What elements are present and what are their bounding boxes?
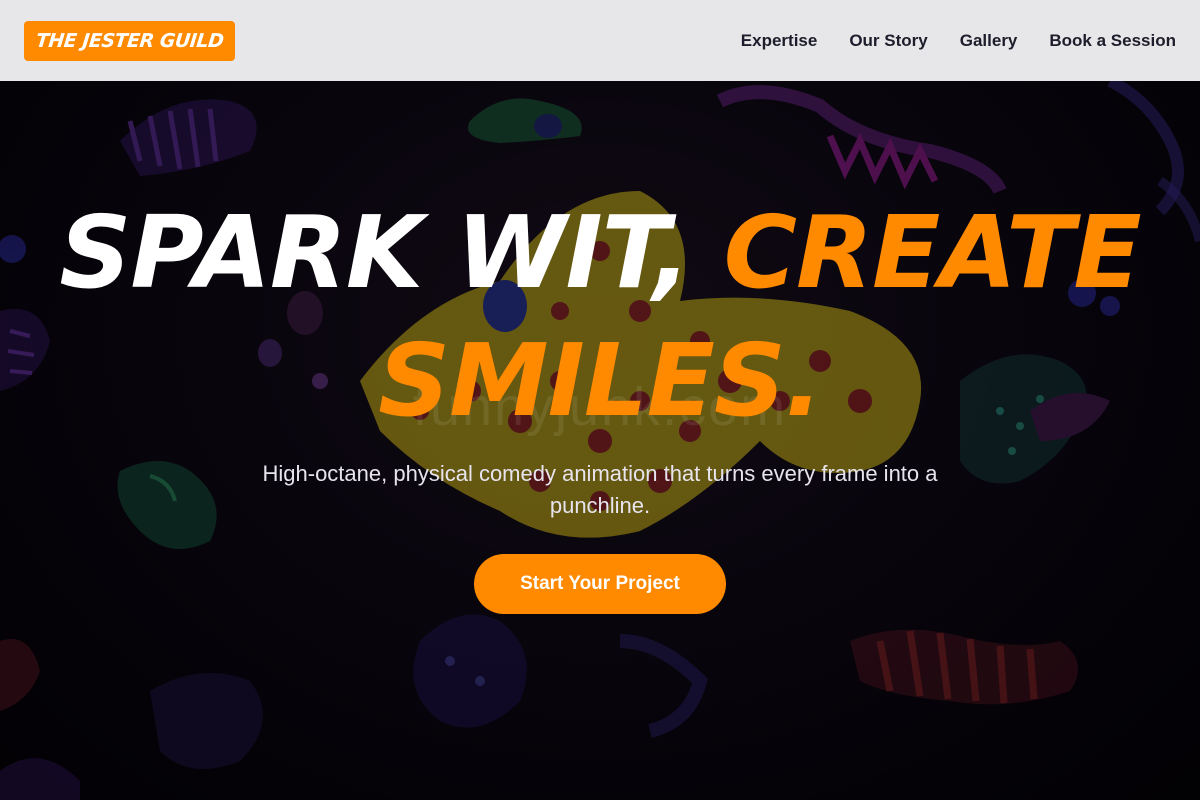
hero-headline: SPARK WIT, CREATE SMILES. bbox=[0, 189, 1200, 445]
headline-part-3: SMILES. bbox=[378, 322, 822, 439]
nav-link-our-story[interactable]: Our Story bbox=[849, 31, 927, 51]
brand-logo-text: THE JESTER GUILD bbox=[34, 29, 225, 52]
start-project-button[interactable]: Start Your Project bbox=[474, 554, 726, 614]
hero-section: funnyjunk.com SPARK WIT, CREATE SMILES. … bbox=[0, 81, 1200, 800]
nav-links: Expertise Our Story Gallery Book a Sessi… bbox=[709, 31, 1176, 51]
brand-logo[interactable]: THE JESTER GUILD bbox=[24, 20, 236, 61]
hero-subtitle: High-octane, physical comedy animation t… bbox=[262, 461, 938, 518]
nav-link-expertise[interactable]: Expertise bbox=[741, 31, 818, 51]
headline-part-1: SPARK WIT, bbox=[59, 194, 724, 311]
nav-link-gallery[interactable]: Gallery bbox=[960, 31, 1018, 51]
headline-part-2: CREATE bbox=[723, 194, 1141, 311]
navbar: THE JESTER GUILD Expertise Our Story Gal… bbox=[0, 0, 1200, 81]
nav-link-book-a-session[interactable]: Book a Session bbox=[1049, 31, 1176, 51]
